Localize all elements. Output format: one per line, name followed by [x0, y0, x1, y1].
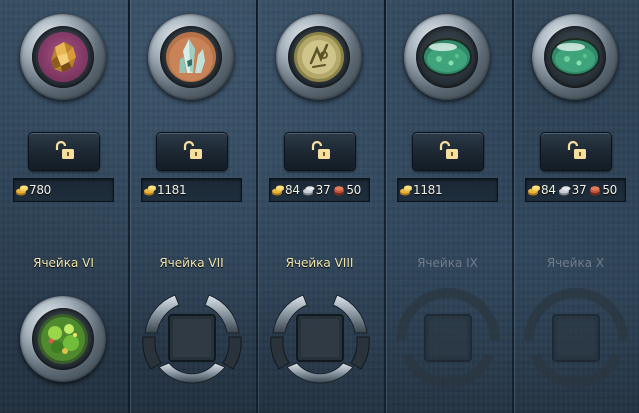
- green-crystal-icon: [38, 314, 88, 364]
- socket-frame-faded-icon: [524, 288, 628, 389]
- cost-item: 37: [558, 183, 587, 197]
- empty-socket-frame: [521, 285, 631, 395]
- green-glass-orb-icon: [422, 38, 472, 76]
- gold-coins-icon: [144, 185, 156, 196]
- cost-item: 84: [527, 183, 556, 197]
- upgrade-slot-top[interactable]: [20, 14, 106, 100]
- cost-value: 780: [29, 183, 52, 197]
- upgrade-slot-top[interactable]: [148, 14, 234, 100]
- socket-frame-icon: [270, 294, 370, 384]
- upgrade-slot-top[interactable]: [404, 14, 490, 100]
- gold-coins-icon: [272, 185, 284, 196]
- silver-coins-icon: [558, 186, 571, 196]
- cost-value: 1181: [157, 183, 187, 197]
- cell-column-9: 1181 Ячейка IX: [384, 0, 511, 413]
- cost-value: 37: [571, 183, 587, 197]
- cost-value: 1181: [413, 183, 443, 197]
- open-padlock-icon: [311, 140, 330, 159]
- rune-stone-icon: [294, 32, 344, 82]
- gold-coins-icon: [16, 185, 28, 196]
- upgrade-slot-bottom[interactable]: [20, 296, 106, 382]
- cost-value: 84: [285, 183, 300, 197]
- cell-label: Ячейка X: [546, 256, 605, 270]
- unlock-button[interactable]: [284, 132, 356, 171]
- silver-coins-icon: [302, 186, 315, 196]
- quartz-crystal-icon: [166, 32, 216, 82]
- copper-coins-icon: [590, 186, 601, 196]
- cell-column-10: 84 37 50 Ячейка X: [512, 0, 639, 413]
- cost-value: 84: [541, 183, 556, 197]
- unlock-button[interactable]: [540, 132, 612, 171]
- socket-frame-faded-icon: [396, 288, 500, 389]
- unlock-button[interactable]: [412, 132, 484, 171]
- gold-coins-icon: [528, 185, 540, 196]
- upgrade-panel: 780 Ячейка VI 1181 Ячейка VII 84 37 50 Я…: [0, 0, 639, 413]
- cell-label: Ячейка VI: [33, 256, 94, 270]
- green-glass-orb-icon: [550, 38, 600, 76]
- gold-coins-icon: [400, 185, 412, 196]
- cell-column-8: 84 37 50 Ячейка VIII: [256, 0, 383, 413]
- cell-label: Ячейка VIII: [285, 256, 354, 270]
- cost-item: 37: [302, 183, 331, 197]
- cell-label: Ячейка IX: [417, 256, 478, 270]
- socket-frame-icon: [142, 294, 242, 384]
- cell-label: Ячейка VII: [159, 256, 224, 270]
- cost-item: 1181: [143, 183, 187, 197]
- empty-socket-frame[interactable]: [265, 285, 375, 395]
- amber-gem-icon: [38, 32, 88, 82]
- cost-value: 50: [602, 183, 618, 197]
- cost-field: 84 37 50: [269, 178, 370, 202]
- open-padlock-icon: [567, 140, 586, 159]
- upgrade-slot-top[interactable]: [276, 14, 362, 100]
- open-padlock-icon: [55, 140, 74, 159]
- cost-value: 50: [346, 183, 362, 197]
- cost-item: 84: [271, 183, 300, 197]
- cell-column-6: 780 Ячейка VI: [0, 0, 127, 413]
- unlock-button[interactable]: [28, 132, 100, 171]
- upgrade-slot-top[interactable]: [532, 14, 618, 100]
- empty-socket-frame: [393, 285, 503, 395]
- open-padlock-icon: [439, 140, 458, 159]
- open-padlock-icon: [183, 140, 202, 159]
- copper-coins-icon: [334, 186, 345, 196]
- cost-field: 1181: [141, 178, 242, 202]
- empty-socket-frame[interactable]: [137, 285, 247, 395]
- cost-item: 780: [15, 183, 51, 197]
- cell-column-7: 1181 Ячейка VII: [128, 0, 255, 413]
- cost-item: 50: [588, 183, 617, 197]
- cost-item: 50: [332, 183, 361, 197]
- cost-field: 1181: [397, 178, 498, 202]
- cost-value: 37: [315, 183, 331, 197]
- cost-field: 780: [13, 178, 114, 202]
- unlock-button[interactable]: [156, 132, 228, 171]
- cost-field: 84 37 50: [525, 178, 626, 202]
- cost-item: 1181: [399, 183, 443, 197]
